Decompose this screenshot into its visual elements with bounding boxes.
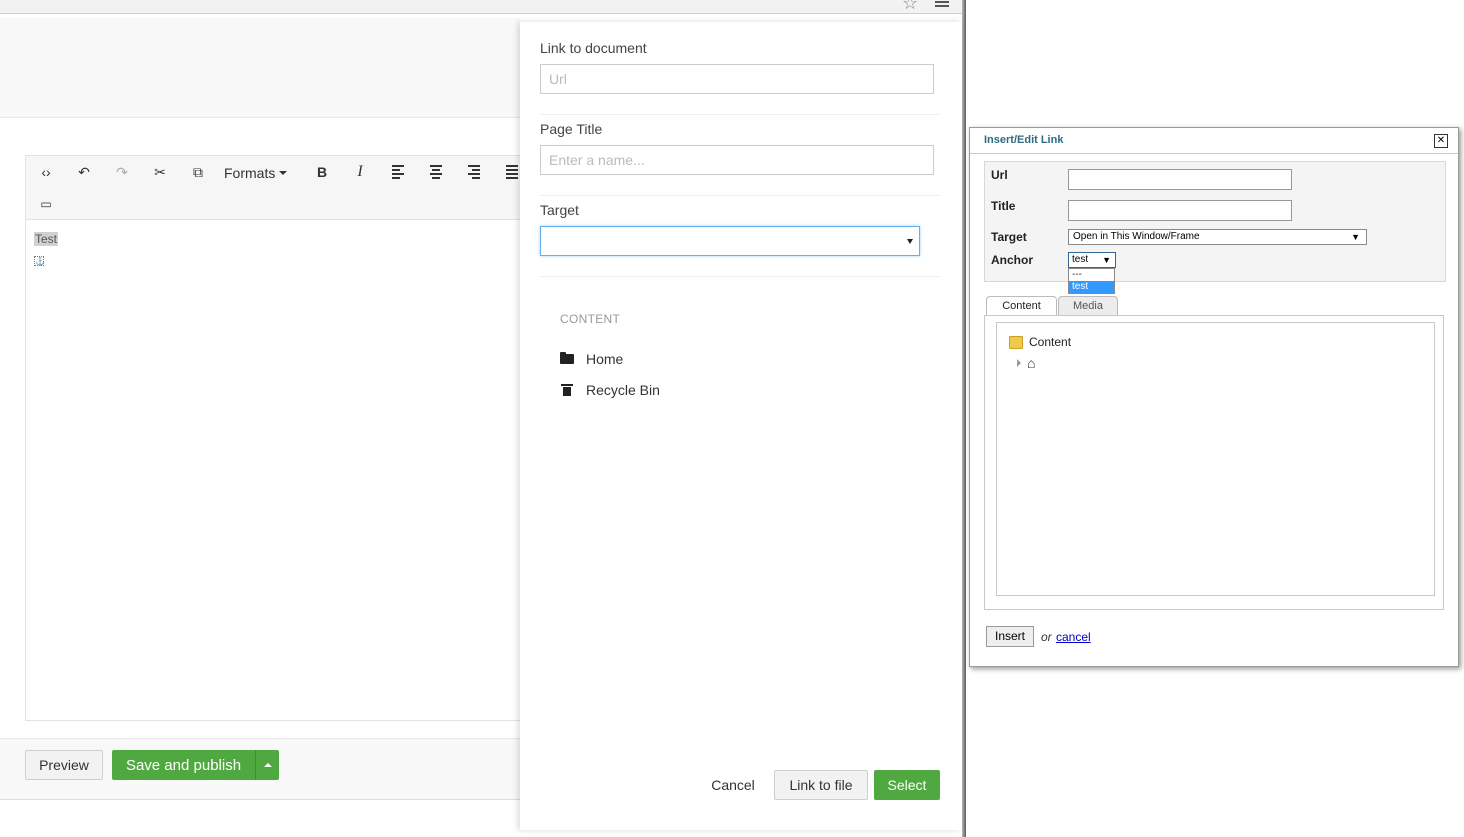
divider bbox=[540, 276, 940, 277]
tab-media[interactable]: Media bbox=[1058, 296, 1118, 316]
url-field[interactable] bbox=[1068, 169, 1292, 190]
anchor-label: Anchor bbox=[991, 253, 1033, 267]
star-icon[interactable]: ☆ bbox=[902, 0, 918, 12]
browser-toolbar-strip bbox=[0, 0, 962, 14]
screen: ☆ ‹› ↶ ↷ ✂ ⧉ Formats B I ▭ Test ⚓ Previe… bbox=[0, 0, 1464, 837]
editor-header-area bbox=[0, 18, 520, 118]
title-field[interactable] bbox=[1068, 200, 1292, 221]
publish-options-button[interactable] bbox=[255, 750, 279, 780]
chevron-down-icon: ▼ bbox=[1351, 232, 1360, 242]
title-label: Title bbox=[991, 199, 1016, 213]
tree-node-home[interactable]: ⌂ bbox=[1017, 356, 1035, 370]
page-title-label: Page Title bbox=[540, 121, 603, 137]
align-center-icon[interactable] bbox=[422, 159, 450, 185]
selected-text[interactable]: Test bbox=[34, 232, 59, 246]
cancel-button[interactable]: Cancel bbox=[708, 770, 758, 800]
link-fields-panel: Url Title Target Open in This Window/Fra… bbox=[984, 161, 1446, 294]
target-select-value: Open in This Window/Frame bbox=[1073, 231, 1200, 242]
tree-item-recycle-bin[interactable]: Recycle Bin bbox=[560, 382, 660, 398]
bold-icon[interactable]: B bbox=[308, 159, 336, 185]
save-and-publish-button[interactable]: Save and publish bbox=[112, 750, 255, 780]
anchor-icon[interactable]: ⚓ bbox=[34, 256, 45, 266]
anchor-option-selected[interactable]: test bbox=[1069, 281, 1114, 293]
insert-edit-link-dialog: Insert/Edit Link ✕ Url Title Target Open… bbox=[969, 127, 1459, 667]
browser-window: ☆ ‹› ↶ ↷ ✂ ⧉ Formats B I ▭ Test ⚓ Previe… bbox=[0, 0, 966, 837]
folder-icon bbox=[1009, 335, 1023, 349]
divider bbox=[540, 114, 940, 115]
tree-item-home[interactable]: Home bbox=[560, 351, 623, 367]
rich-text-editor: ‹› ↶ ↷ ✂ ⧉ Formats B I ▭ Test ⚓ bbox=[25, 155, 545, 721]
content-tab-pane: Content ⌂ bbox=[984, 315, 1444, 610]
folder-icon bbox=[560, 352, 574, 364]
insert-button[interactable]: Insert bbox=[986, 626, 1034, 647]
tab-content[interactable]: Content bbox=[986, 296, 1057, 316]
or-text: or bbox=[1041, 630, 1052, 644]
cancel-link[interactable]: cancel bbox=[1056, 630, 1091, 644]
divider bbox=[540, 195, 940, 196]
cut-icon[interactable]: ✂ bbox=[146, 159, 174, 185]
expand-icon[interactable] bbox=[1017, 359, 1021, 367]
undo-icon[interactable]: ↶ bbox=[70, 159, 98, 185]
close-icon[interactable]: ✕ bbox=[1434, 134, 1448, 148]
select-button[interactable]: Select bbox=[874, 770, 940, 800]
link-to-file-button[interactable]: Link to file bbox=[774, 770, 868, 800]
hamburger-menu-icon[interactable] bbox=[935, 0, 949, 9]
redo-icon[interactable]: ↷ bbox=[108, 159, 136, 185]
chevron-down-icon bbox=[279, 171, 288, 175]
tree-item-label: Recycle Bin bbox=[586, 382, 660, 398]
tree-root-label: Content bbox=[1029, 335, 1072, 349]
dialog-title: Insert/Edit Link bbox=[984, 134, 1064, 146]
tree-item-label: Home bbox=[586, 351, 624, 367]
home-icon: ⌂ bbox=[1027, 355, 1036, 371]
tree-root-content[interactable]: Content bbox=[1009, 335, 1071, 349]
divider bbox=[970, 153, 1458, 154]
page-title-input[interactable]: Enter a name... bbox=[540, 145, 934, 175]
preview-button[interactable]: Preview bbox=[25, 750, 103, 780]
formats-dropdown[interactable]: Formats bbox=[224, 160, 288, 186]
anchor-select[interactable]: test ▼ bbox=[1068, 252, 1116, 268]
editor-content[interactable]: Test ⚓ bbox=[34, 232, 59, 267]
target-select[interactable] bbox=[540, 226, 920, 256]
anchor-select-value: test bbox=[1072, 254, 1089, 265]
url-input[interactable]: Url bbox=[540, 64, 934, 94]
anchor-option[interactable]: --- bbox=[1069, 269, 1114, 281]
source-code-icon[interactable]: ‹› bbox=[32, 159, 60, 185]
content-tree: Content ⌂ bbox=[996, 322, 1435, 596]
window-frame-edge bbox=[962, 0, 966, 837]
formats-label: Formats bbox=[224, 165, 276, 181]
trash-icon bbox=[561, 384, 573, 396]
url-label: Url bbox=[991, 168, 1008, 182]
content-tree-header: CONTENT bbox=[560, 312, 621, 326]
anchor-dropdown-list: --- test bbox=[1068, 268, 1115, 294]
copy-icon[interactable]: ⧉ bbox=[184, 159, 212, 185]
align-right-icon[interactable] bbox=[460, 159, 488, 185]
target-select[interactable]: Open in This Window/Frame ▼ bbox=[1068, 229, 1367, 245]
chevron-up-icon bbox=[263, 763, 272, 767]
target-label: Target bbox=[991, 230, 1027, 244]
align-left-icon[interactable] bbox=[384, 159, 412, 185]
link-to-document-label: Link to document bbox=[540, 40, 647, 56]
chevron-down-icon bbox=[907, 239, 913, 244]
italic-icon[interactable]: I bbox=[346, 159, 374, 185]
target-label: Target bbox=[540, 202, 579, 218]
link-picker-panel: Link to document Url Page Title Enter a … bbox=[520, 22, 962, 830]
editor-toolbar: ‹› ↶ ↷ ✂ ⧉ Formats B I ▭ bbox=[26, 156, 545, 220]
chevron-down-icon: ▼ bbox=[1102, 255, 1111, 265]
embed-media-icon[interactable]: ▭ bbox=[32, 191, 60, 217]
